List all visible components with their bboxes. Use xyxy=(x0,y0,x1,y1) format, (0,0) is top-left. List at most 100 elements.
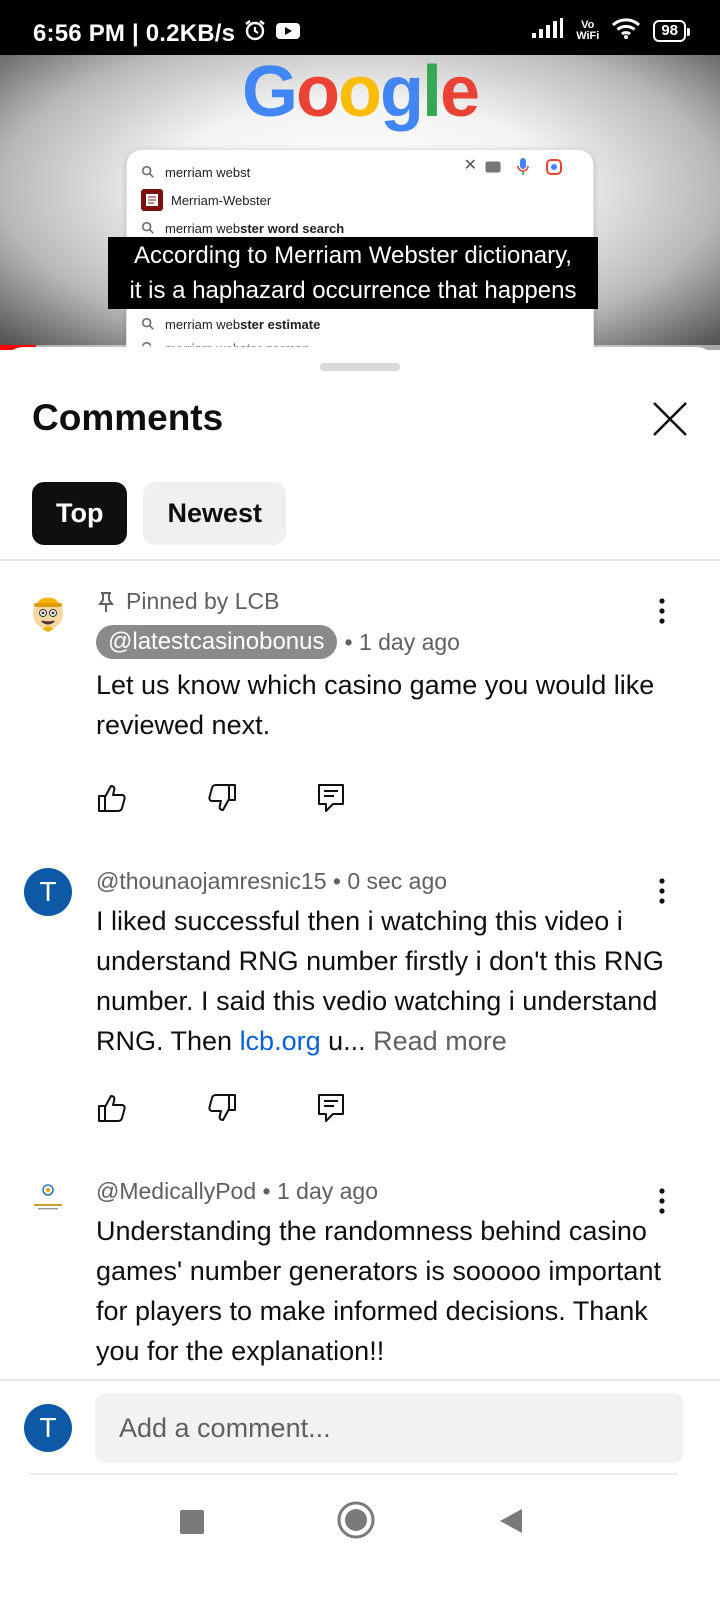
thumbs-down-icon xyxy=(208,784,236,811)
thumbs-down-icon xyxy=(208,1094,236,1121)
search-tools xyxy=(485,158,563,176)
google-logo-letter: l xyxy=(421,55,442,132)
status-right: Vo WiFi 98 xyxy=(532,17,690,44)
comment-text: Let us know which casino game you would … xyxy=(96,670,655,740)
more-vert-icon xyxy=(659,1188,665,1214)
more-options-button[interactable] xyxy=(650,1186,674,1216)
comment-actions xyxy=(96,778,426,818)
square-icon xyxy=(180,1510,204,1534)
sort-tabs: Top Newest xyxy=(32,482,287,545)
lens-icon xyxy=(546,159,562,175)
battery-level: 98 xyxy=(661,21,678,39)
google-logo-letter: e xyxy=(439,55,480,132)
tab-top[interactable]: Top xyxy=(32,482,128,545)
youtube-icon xyxy=(275,20,301,48)
battery-icon: 98 xyxy=(653,19,690,42)
comment-body: @MedicallyPod • 1 day ago Understanding … xyxy=(96,1178,676,1371)
alarm-icon xyxy=(243,18,267,49)
mascot-avatar-icon xyxy=(24,588,72,636)
close-icon xyxy=(653,402,687,436)
keyboard-icon xyxy=(485,161,501,173)
google-logo-letter: o xyxy=(337,55,382,132)
status-time: 6:56 PM | 0.2KB/s xyxy=(33,19,236,47)
suggestion-1-text: merriam web xyxy=(165,220,241,236)
suggestion-0-text: Merriam-Webster xyxy=(171,192,272,208)
pinned-row: Pinned by LCB xyxy=(96,588,676,615)
vowifi-indicator: Vo WiFi xyxy=(576,19,600,42)
search-icon xyxy=(141,165,154,178)
home-button[interactable] xyxy=(336,1500,376,1545)
comment-body: @thounaojamresnic15 • 0 sec ago I liked … xyxy=(96,868,676,1061)
suggestion-0: Merriam-Webster xyxy=(141,186,579,214)
google-logo-letter: G xyxy=(241,55,298,132)
comment-link[interactable]: lcb.org xyxy=(240,1026,321,1056)
divider xyxy=(30,1473,678,1475)
comment-age: • 0 sec ago xyxy=(332,868,448,894)
reply-button[interactable] xyxy=(316,778,426,818)
drag-handle[interactable] xyxy=(320,363,400,371)
back-button[interactable] xyxy=(496,1506,526,1541)
reply-icon xyxy=(318,1094,344,1122)
search-icon xyxy=(141,221,154,234)
suggestion-1-bold: ster word search xyxy=(240,220,345,236)
comment-actions xyxy=(96,1088,426,1128)
comment-text-part: u... xyxy=(320,1026,366,1056)
comment-body: Pinned by LCB @latestcasinobonus • 1 day… xyxy=(96,588,676,745)
search-icon xyxy=(141,317,154,330)
comment-author[interactable]: @MedicallyPod xyxy=(96,1178,256,1205)
tab-newest[interactable]: Newest xyxy=(143,482,287,545)
add-comment-input[interactable] xyxy=(95,1393,683,1463)
video-player[interactable]: Google merriam webst ✕ Merriam-Webster m… xyxy=(0,55,720,350)
avatar[interactable] xyxy=(24,588,72,636)
comment-meta: @thounaojamresnic15 • 0 sec ago xyxy=(96,868,676,895)
comment-meta: @MedicallyPod • 1 day ago xyxy=(96,1178,676,1205)
user-avatar[interactable]: T xyxy=(24,1404,72,1452)
dislike-button[interactable] xyxy=(206,1088,316,1128)
suggestion-2-text: merriam web xyxy=(165,316,241,332)
back-triangle-icon xyxy=(500,1509,522,1533)
pin-icon xyxy=(98,591,114,612)
mic-icon xyxy=(517,158,529,175)
caption-line-1: According to Merriam Webster dictionary, xyxy=(134,242,572,269)
comment-author[interactable]: @latestcasinobonus xyxy=(96,625,337,659)
recents-button[interactable] xyxy=(178,1508,206,1541)
wifi-icon xyxy=(611,17,641,44)
like-button[interactable] xyxy=(96,1088,206,1128)
system-nav-bar xyxy=(0,1480,720,1600)
comment-text: I liked successful then i watching this … xyxy=(96,901,676,1061)
divider xyxy=(0,559,720,561)
read-more-button[interactable]: Read more xyxy=(373,1026,507,1056)
google-logo: Google xyxy=(0,55,720,133)
google-logo-letter: o xyxy=(296,55,340,132)
vowifi-bottom: WiFi xyxy=(576,29,600,42)
home-circle-icon xyxy=(337,1501,375,1539)
merriam-webster-logo xyxy=(141,189,163,211)
avatar[interactable]: T xyxy=(24,868,72,916)
more-options-button[interactable] xyxy=(650,876,674,906)
status-bar: 6:56 PM | 0.2KB/s Vo WiFi 98 xyxy=(0,0,720,55)
more-vert-icon xyxy=(659,878,665,904)
comment-meta: @latestcasinobonus • 1 day ago xyxy=(96,625,676,659)
video-caption: According to Merriam Webster dictionary,… xyxy=(108,237,598,309)
comment-text: Understanding the randomness behind casi… xyxy=(96,1216,661,1366)
like-button[interactable] xyxy=(96,778,206,818)
avatar[interactable] xyxy=(24,1178,72,1226)
reply-icon xyxy=(318,784,344,812)
suggestion-2-bold: ster estimate xyxy=(240,316,321,332)
close-button[interactable] xyxy=(650,399,690,439)
thumbs-up-icon xyxy=(98,1095,126,1122)
more-vert-icon xyxy=(659,598,665,624)
medicallypod-logo-icon xyxy=(34,1184,62,1210)
signal-icon xyxy=(532,18,564,43)
comment-author[interactable]: @thounaojamresnic15 xyxy=(96,868,326,895)
search-query-text: merriam webst xyxy=(165,164,251,180)
reply-button[interactable] xyxy=(316,1088,426,1128)
status-left: 6:56 PM | 0.2KB/s xyxy=(33,18,301,49)
thumbs-up-icon xyxy=(98,785,126,812)
more-options-button[interactable] xyxy=(650,596,674,626)
caption-line-2: it is a haphazard occurrence that happen… xyxy=(129,277,577,304)
comment-age: • 1 day ago xyxy=(262,1178,379,1204)
dislike-button[interactable] xyxy=(206,778,316,818)
sheet-title: Comments xyxy=(32,397,224,438)
google-logo-letter: g xyxy=(379,55,424,132)
